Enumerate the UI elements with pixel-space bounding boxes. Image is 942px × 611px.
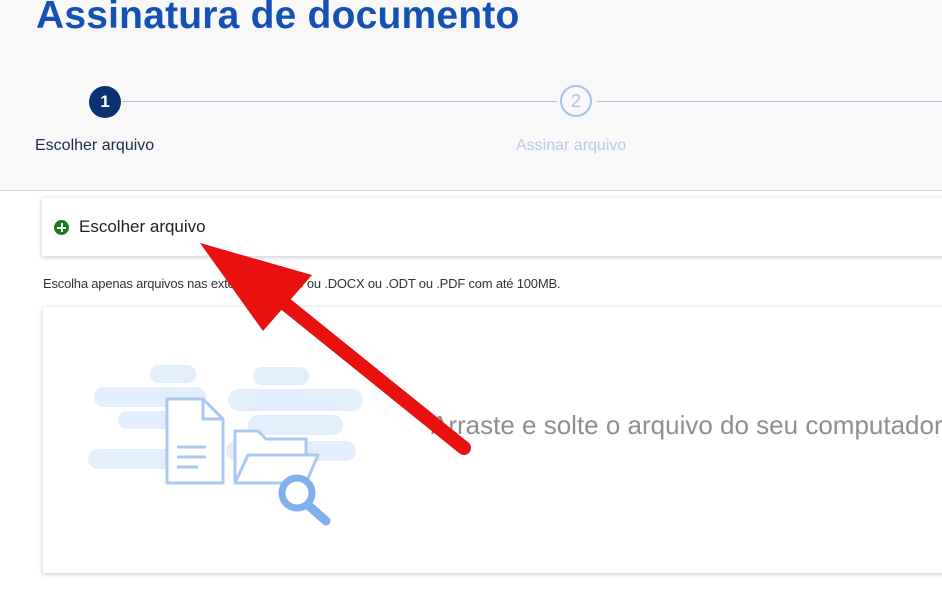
choose-file-label[interactable]: Escolher arquivo bbox=[79, 217, 206, 237]
stepper-connector-1 bbox=[122, 101, 557, 102]
dropzone-illustration bbox=[88, 365, 363, 526]
step-2-indicator: 2 bbox=[560, 85, 592, 117]
step-1-indicator[interactable]: 1 bbox=[89, 86, 121, 118]
step-2-label: Assinar arquivo bbox=[516, 137, 627, 154]
page-title: Assinatura de documento bbox=[36, 0, 520, 37]
stepper-connector-2 bbox=[597, 101, 942, 102]
file-type-hint: Escolha apenas arquivos nas extensões .D… bbox=[43, 276, 561, 291]
document-icon bbox=[165, 397, 225, 485]
step-1-label: Escolher arquivo bbox=[35, 137, 155, 154]
cloud-shapes bbox=[88, 365, 363, 479]
search-icon bbox=[278, 474, 331, 526]
dropzone-instruction: Arraste e solte o arquivo do seu computa… bbox=[431, 410, 942, 440]
folder-icon bbox=[233, 429, 320, 485]
page-header: Assinatura de documento 1 Escolher arqui… bbox=[0, 0, 942, 191]
plus-circle-icon[interactable] bbox=[54, 220, 69, 235]
